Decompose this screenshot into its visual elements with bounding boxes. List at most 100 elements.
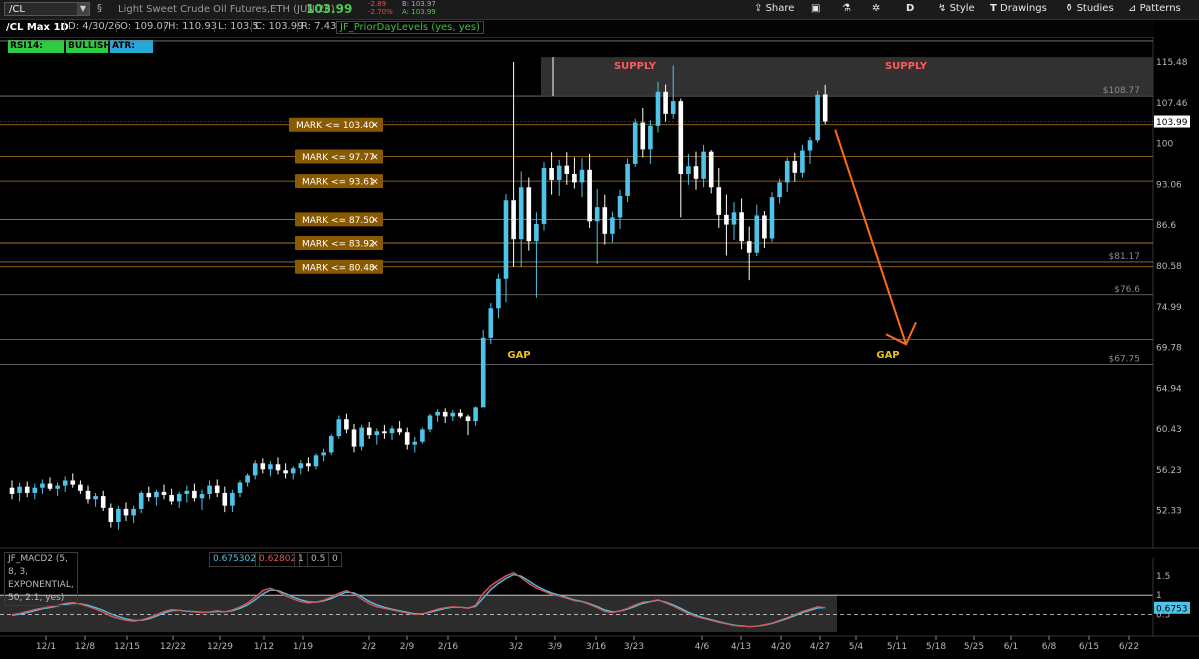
candle-body <box>366 427 372 436</box>
candle-body <box>47 483 53 489</box>
mark-badge: MARK <= 87.50✕ <box>295 212 383 227</box>
time-tick-label: 4/6 <box>695 642 710 652</box>
candle <box>382 424 387 439</box>
candle-body <box>739 212 744 242</box>
candle-body <box>154 491 159 498</box>
time-tick-label: 12/29 <box>207 642 233 652</box>
time-tick-label: 12/22 <box>160 642 186 652</box>
candle-body <box>632 122 638 164</box>
candle <box>24 481 30 498</box>
candle-body <box>503 200 509 279</box>
candle-body <box>230 492 235 506</box>
time-tick-label: 3/2 <box>509 642 523 652</box>
level-price-label: $108.77 <box>1103 86 1140 96</box>
time-tick-label: 4/20 <box>771 642 791 652</box>
candle-body <box>625 163 630 196</box>
candle <box>344 413 349 434</box>
candle <box>131 505 136 524</box>
time-tick-label: 6/1 <box>1004 642 1018 652</box>
candle <box>214 479 220 498</box>
candle <box>116 505 121 530</box>
candle <box>366 421 372 439</box>
candle-body <box>260 463 266 470</box>
candle <box>792 152 798 182</box>
candle <box>602 194 608 245</box>
candle <box>762 211 767 248</box>
candle-body <box>792 160 798 173</box>
candle <box>207 480 212 500</box>
candle <box>594 189 600 264</box>
time-tick-label: 12/8 <box>75 642 95 652</box>
candle <box>579 158 585 198</box>
candle-body <box>169 495 174 502</box>
candle-body <box>245 475 250 483</box>
down-arrow-shaft <box>834 129 907 345</box>
candle-body <box>184 490 190 494</box>
candle <box>412 437 418 453</box>
candle-body <box>237 482 243 493</box>
candle <box>359 424 364 451</box>
time-tick-label: 3/23 <box>624 642 644 652</box>
price-tick-label: 60.43 <box>1156 425 1182 435</box>
candle <box>222 486 228 513</box>
candle-body <box>807 140 813 151</box>
candle-body <box>511 200 516 240</box>
candle-body <box>176 493 182 502</box>
candle-body <box>93 496 98 500</box>
close-icon: ✕ <box>371 178 379 188</box>
time-tick-label: 5/25 <box>964 642 984 652</box>
candle <box>283 463 288 479</box>
candle <box>199 489 205 510</box>
candle <box>496 273 501 319</box>
candle <box>693 151 699 190</box>
candle <box>321 448 326 462</box>
candle-body <box>313 455 319 467</box>
candle-body <box>138 492 144 509</box>
candle-body <box>815 94 820 141</box>
candle <box>389 425 395 440</box>
candle-body <box>708 151 714 188</box>
close-icon: ✕ <box>371 153 379 163</box>
price-tick-label: 100 <box>1156 140 1173 150</box>
candle <box>275 457 281 475</box>
candle <box>268 461 273 477</box>
candle-body <box>207 485 212 494</box>
candle <box>78 480 83 494</box>
candle <box>686 153 691 185</box>
macd-study-label[interactable]: JF_MACD2 (5, 8, 3, EXPONENTIAL, 50, 2.1,… <box>4 552 78 606</box>
candle-body <box>9 487 15 494</box>
candle <box>610 211 615 243</box>
candle-body <box>290 468 296 474</box>
candle <box>427 413 433 433</box>
candle <box>450 410 456 422</box>
candle <box>739 198 744 250</box>
candle-body <box>518 187 524 240</box>
candle <box>420 427 425 444</box>
candle-body <box>465 416 471 422</box>
candle-body <box>397 428 402 433</box>
close-icon: ✕ <box>371 121 379 131</box>
candle <box>192 483 197 502</box>
price-tick-label: 115.48 <box>1156 58 1188 68</box>
close-icon: ✕ <box>371 263 379 273</box>
supply-label: SUPPLY <box>614 61 657 72</box>
candle-body <box>116 508 121 523</box>
candle-body <box>389 428 395 434</box>
time-tick-label: 1/12 <box>254 642 274 652</box>
candle <box>473 406 478 426</box>
candle-body <box>458 412 463 417</box>
price-tick-label: 74.99 <box>1156 303 1182 313</box>
candle <box>625 158 630 203</box>
candle-body <box>541 168 547 224</box>
price-chart[interactable]: SUPPLY SUPPLY GAP GAP $108.77 $81.17 $76.6 $67.… <box>0 0 1199 659</box>
mark-badge: MARK <= 93.61✕ <box>295 174 383 189</box>
candle-body <box>579 169 585 183</box>
candle-body <box>769 197 775 239</box>
candle <box>313 453 319 470</box>
candle <box>518 171 524 267</box>
candle-body <box>420 429 425 442</box>
time-tick-label: 6/8 <box>1042 642 1057 652</box>
candle <box>724 194 729 256</box>
candle <box>731 202 737 240</box>
candle <box>138 490 144 514</box>
